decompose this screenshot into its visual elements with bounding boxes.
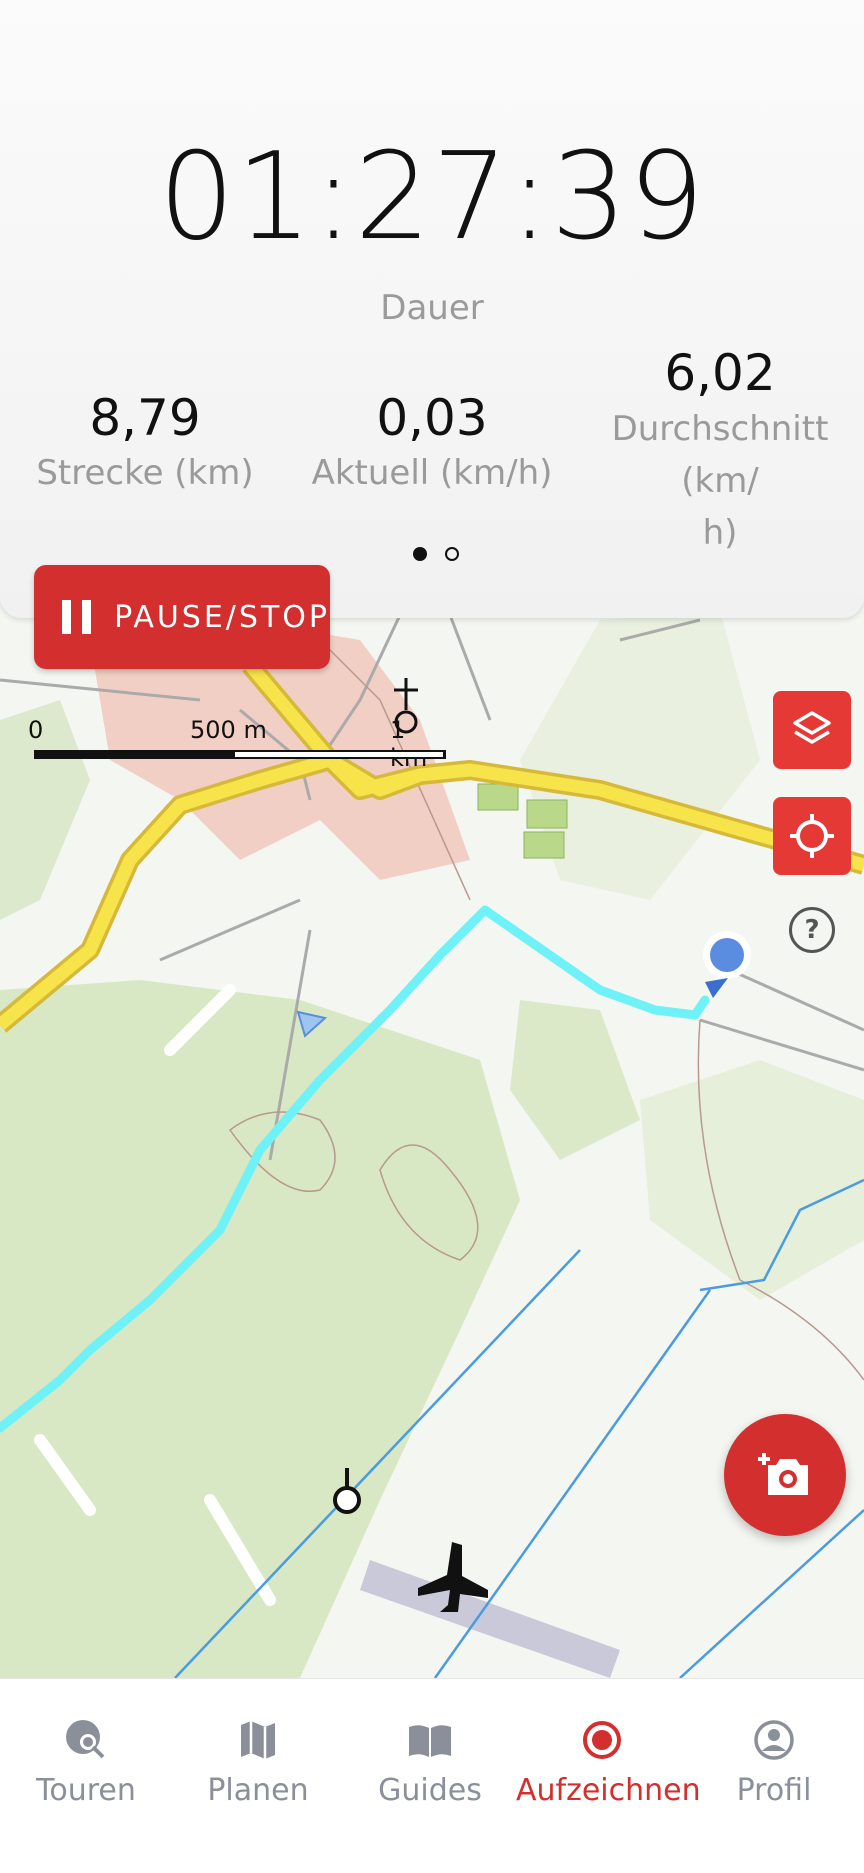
scale-label-1km: 1 km — [390, 716, 427, 772]
nav-profile[interactable]: Profil — [688, 1679, 860, 1873]
crosshair-icon — [790, 814, 834, 858]
map-scale: 0 500 m 1 km — [28, 716, 448, 772]
average-speed-label-line1: Durchschnitt (km/ — [611, 409, 829, 501]
pause-stop-label: PAUSE/STOP — [114, 599, 330, 635]
map-icon — [241, 1721, 275, 1759]
heading-arrow — [705, 978, 728, 998]
add-photo-button[interactable] — [724, 1414, 846, 1536]
profile-icon — [754, 1720, 794, 1760]
current-speed-label: Aktuell (km/h) — [311, 453, 553, 493]
forest-area — [640, 1060, 864, 1300]
distance-label: Strecke (km) — [36, 453, 254, 493]
record-icon — [583, 1721, 621, 1759]
nav-profile-label: Profil — [736, 1773, 812, 1808]
book-icon — [409, 1725, 451, 1757]
scale-label-500m: 500 m — [190, 716, 267, 744]
field — [526, 799, 568, 829]
tours-search-icon — [66, 1720, 105, 1759]
nav-tours-label: Touren — [36, 1773, 136, 1808]
help-button[interactable]: ? — [789, 907, 835, 953]
scale-label-0: 0 — [28, 716, 44, 744]
bottom-navigation: Touren Planen Guides Aufzeichnen Profil — [0, 1678, 864, 1873]
duration-value: 01:27:39 — [158, 128, 706, 267]
current-speed-stat: 0,03 Aktuell (km/h) — [307, 388, 557, 498]
nav-plan[interactable]: Planen — [172, 1679, 344, 1873]
recording-stats-panel: 01:27:39 Dauer 8,79 Strecke (km) 0,03 Ak… — [0, 0, 864, 618]
nav-guides[interactable]: Guides — [344, 1679, 516, 1873]
average-speed-label-line2: h) — [702, 513, 738, 553]
field — [477, 783, 519, 811]
nav-record[interactable]: Aufzeichnen — [516, 1679, 701, 1873]
distance-value: 8,79 — [89, 389, 201, 447]
pause-icon — [62, 600, 92, 634]
layers-icon — [793, 711, 831, 744]
current-speed-value: 0,03 — [376, 389, 488, 447]
add-photo-icon — [758, 1453, 808, 1495]
average-speed-value: 6,02 — [664, 344, 776, 402]
page-dot-2[interactable] — [445, 547, 459, 561]
average-speed-stat: 6,02 Durchschnitt (km/ h) — [584, 343, 856, 559]
nav-record-label: Aufzeichnen — [516, 1773, 701, 1808]
nav-tours[interactable]: Touren — [0, 1679, 172, 1873]
page-indicator[interactable] — [404, 546, 468, 566]
locate-button[interactable] — [773, 797, 851, 875]
nav-guides-label: Guides — [378, 1773, 482, 1808]
runway — [360, 1560, 620, 1678]
forest-area — [510, 1000, 640, 1160]
pause-stop-button[interactable]: PAUSE/STOP — [34, 565, 330, 669]
layers-button[interactable] — [773, 691, 851, 769]
field — [523, 831, 565, 859]
nav-plan-label: Planen — [207, 1773, 309, 1808]
distance-stat: 8,79 Strecke (km) — [20, 388, 270, 498]
scale-bar — [34, 750, 446, 759]
page-dot-1[interactable] — [413, 547, 427, 561]
duration-label: Dauer — [380, 288, 484, 328]
